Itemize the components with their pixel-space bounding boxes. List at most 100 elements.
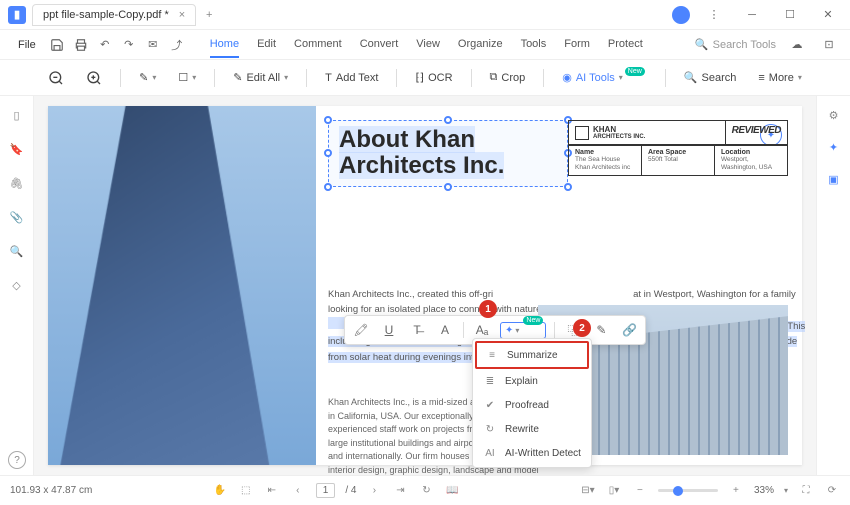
ocr-button[interactable]: ⁅⁆ OCR	[407, 67, 460, 88]
underline-icon[interactable]: U	[379, 320, 399, 340]
help-button[interactable]: ?	[8, 451, 26, 469]
ai-rail-icon[interactable]: ✦	[825, 138, 843, 156]
link-icon[interactable]: 🔗	[619, 320, 639, 340]
prev-page-icon[interactable]: ‹	[290, 485, 306, 496]
resize-handle[interactable]	[324, 149, 332, 157]
document-canvas[interactable]: ✦ About Khan Architects Inc.	[34, 96, 816, 475]
edit-all-button[interactable]: ✎ Edit All▾	[225, 67, 296, 88]
bookmark-icon[interactable]: 🔖	[8, 140, 26, 158]
zoom-in-icon[interactable]: +	[728, 485, 744, 496]
zoom-value: 33%	[754, 485, 774, 496]
ai-menu: ≡Summarize ≣Explain ✔Proofread ↻Rewrite …	[472, 338, 592, 468]
title-selection-box[interactable]: About Khan Architects Inc.	[328, 120, 568, 187]
menu-tabs: Home Edit Comment Convert View Organize …	[210, 32, 643, 58]
resize-handle[interactable]	[444, 183, 452, 191]
resize-handle[interactable]	[324, 183, 332, 191]
hand-tool-icon[interactable]: ✋	[212, 485, 228, 496]
resize-handle[interactable]	[564, 183, 572, 191]
proofread-icon: ✔	[483, 398, 497, 412]
building-image-left	[48, 106, 316, 465]
resize-handle[interactable]	[324, 116, 332, 124]
explain-icon: ≣	[483, 374, 497, 388]
thumbnails-icon[interactable]: ▯	[8, 106, 26, 124]
highlight-button[interactable]: ✎▾	[131, 67, 164, 88]
tab-home[interactable]: Home	[210, 32, 239, 58]
tab-form[interactable]: Form	[564, 32, 590, 58]
font-icon[interactable]: A	[435, 320, 455, 340]
tab-organize[interactable]: Organize	[458, 32, 503, 58]
crop-button[interactable]: ⧉ Crop	[482, 67, 534, 88]
search-rail-icon[interactable]: 🔍	[8, 242, 26, 260]
ai-summarize[interactable]: ≡Summarize	[475, 341, 589, 369]
close-tab-icon[interactable]: ×	[179, 9, 185, 21]
tab-tools[interactable]: Tools	[521, 32, 547, 58]
zoom-slider[interactable]	[658, 489, 718, 492]
select-tool-icon[interactable]: ⬚	[238, 485, 254, 496]
rotate-icon[interactable]: ↻	[418, 485, 434, 496]
more-icon[interactable]: ⋮	[700, 5, 728, 25]
first-page-icon[interactable]: ⇤	[264, 485, 280, 496]
app-icon: ▮	[8, 6, 26, 24]
fit-width-icon[interactable]: ⊟▾	[580, 485, 596, 496]
text-style-icon[interactable]: Aₐ	[472, 320, 492, 340]
share-icon[interactable]: ⤴	[166, 34, 188, 56]
ai-chat-icon[interactable]: ▣	[825, 170, 843, 188]
ai-detect[interactable]: AIAI-Written Detect	[475, 441, 589, 465]
toolbar: ✎▾ ☐▾ ✎ Edit All▾ T Add Text ⁅⁆ OCR ⧉ Cr…	[0, 60, 850, 96]
add-text-button[interactable]: T Add Text	[317, 68, 386, 88]
next-page-icon[interactable]: ›	[366, 485, 382, 496]
search-tools[interactable]: 🔍 Search Tools	[695, 38, 776, 51]
save-icon[interactable]	[46, 34, 68, 56]
zoom-out-icon[interactable]: −	[632, 485, 648, 496]
zoom-out-button[interactable]	[40, 66, 72, 90]
attachment-icon[interactable]: 🖇	[8, 174, 26, 192]
tab-comment[interactable]: Comment	[294, 32, 342, 58]
attachment2-icon[interactable]: 📎	[8, 208, 26, 226]
file-menu[interactable]: File	[10, 35, 44, 55]
close-window-button[interactable]: ✕	[814, 5, 842, 25]
search-button[interactable]: 🔍 Search	[676, 67, 745, 88]
strikethrough-icon[interactable]: T̶	[407, 320, 427, 340]
shape-button[interactable]: ☐▾	[170, 67, 204, 88]
callout-2: 2	[573, 319, 591, 337]
page-total: / 4	[345, 485, 356, 496]
last-page-icon[interactable]: ⇥	[392, 485, 408, 496]
read-mode-icon[interactable]: 📖	[444, 485, 460, 496]
page: ✦ About Khan Architects Inc.	[48, 106, 802, 465]
resize-handle[interactable]	[444, 116, 452, 124]
minimize-button[interactable]: ─	[738, 5, 766, 25]
more-button[interactable]: ≡ More▾	[750, 68, 810, 88]
fullscreen-icon[interactable]: ⛶	[798, 485, 814, 496]
ai-dropdown-button[interactable]: ✦▾ New	[500, 322, 546, 339]
user-avatar[interactable]	[672, 6, 690, 24]
ai-explain[interactable]: ≣Explain	[475, 369, 589, 393]
edit-icon[interactable]: ✎	[591, 320, 611, 340]
tab-edit[interactable]: Edit	[257, 32, 276, 58]
tab-protect[interactable]: Protect	[608, 32, 643, 58]
single-page-icon[interactable]: ▯▾	[606, 485, 622, 496]
ai-tools-button[interactable]: ◉ AI Tools▾New	[554, 67, 655, 88]
maximize-button[interactable]: ☐	[776, 5, 804, 25]
tab-convert[interactable]: Convert	[360, 32, 399, 58]
expand-icon[interactable]: ⊡	[818, 34, 840, 56]
page-number-input[interactable]: 1	[316, 483, 336, 498]
layers-icon[interactable]: ◇	[8, 276, 26, 294]
info-panel: KHAN ARCHITECTS INC. REVIEWED NameThe Se…	[568, 120, 788, 176]
right-rail: ⚙ ✦ ▣	[816, 96, 850, 475]
ai-rewrite[interactable]: ↻Rewrite	[475, 417, 589, 441]
settings-icon[interactable]: ⚙	[825, 106, 843, 124]
add-tab-button[interactable]: +	[200, 6, 218, 24]
titlebar: ▮ ppt file-sample-Copy.pdf * × + ⋮ ─ ☐ ✕	[0, 0, 850, 30]
print-icon[interactable]	[70, 34, 92, 56]
redo-icon[interactable]: ↷	[118, 34, 140, 56]
file-tab[interactable]: ppt file-sample-Copy.pdf * ×	[32, 4, 196, 26]
zoom-in-button[interactable]	[78, 66, 110, 90]
ai-proofread[interactable]: ✔Proofread	[475, 393, 589, 417]
refresh-icon[interactable]: ⟳	[824, 485, 840, 496]
email-icon[interactable]: ✉	[142, 34, 164, 56]
highlight-icon[interactable]: 🖍	[351, 320, 371, 340]
undo-icon[interactable]: ↶	[94, 34, 116, 56]
cloud-icon[interactable]: ☁	[786, 34, 808, 56]
zoom-thumb[interactable]	[673, 486, 683, 496]
tab-view[interactable]: View	[416, 32, 440, 58]
